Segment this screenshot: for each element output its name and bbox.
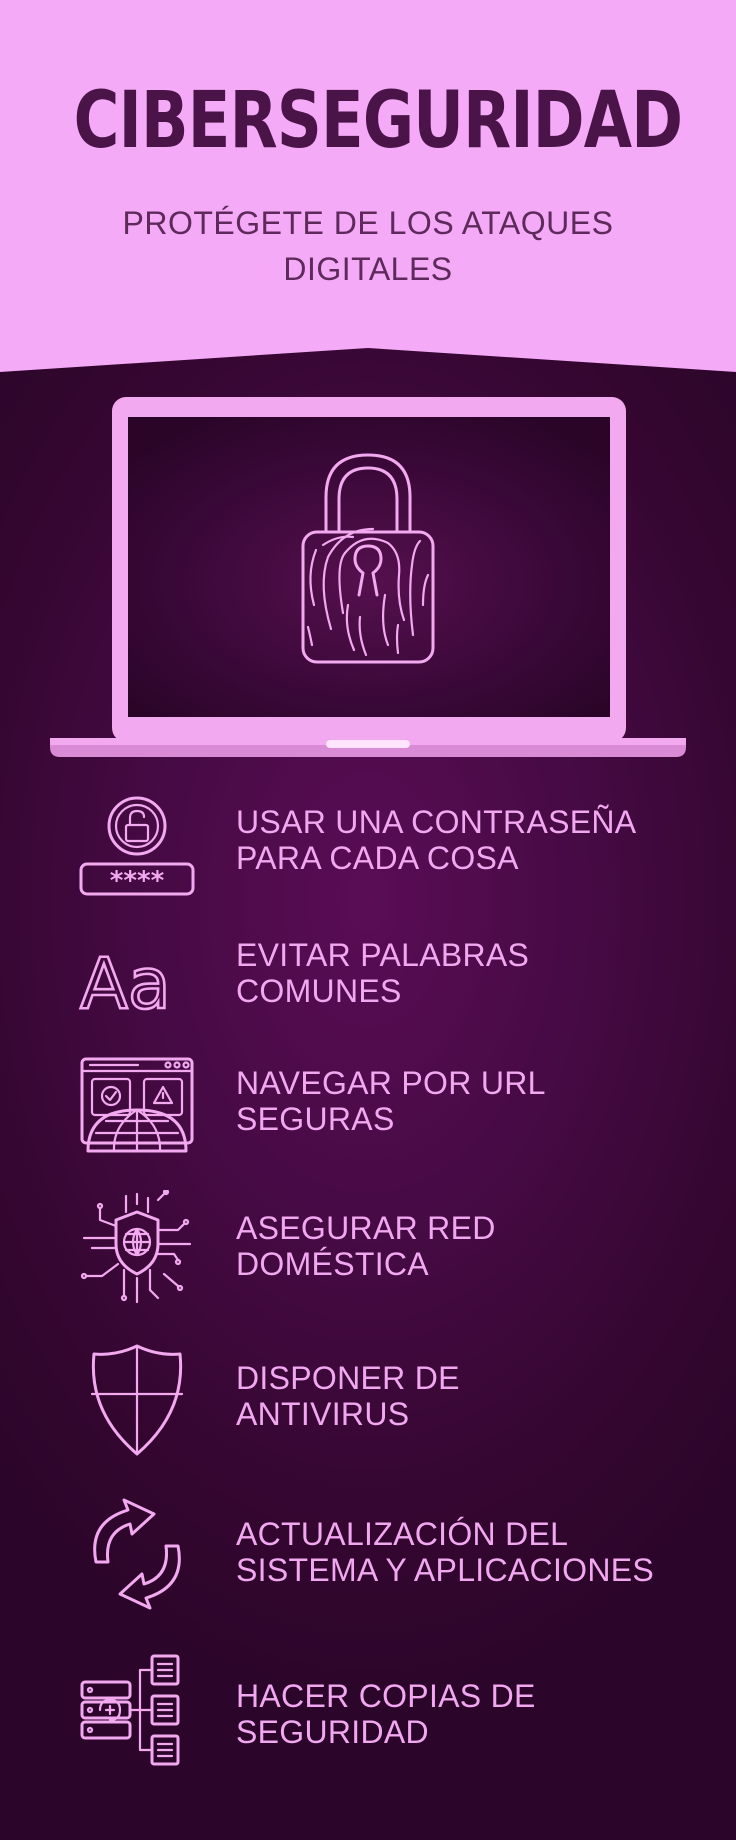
svg-text:Aa: Aa <box>80 943 171 1015</box>
backup-server-icon <box>80 1654 180 1766</box>
tip-line: DOMÉSTICA <box>236 1246 429 1282</box>
tip-line: HACER COPIAS DE <box>236 1678 536 1714</box>
svg-text:****: **** <box>110 866 165 896</box>
header-banner <box>0 0 736 372</box>
tip-line: ANTIVIRUS <box>236 1396 410 1432</box>
network-shield-icon <box>80 1190 192 1304</box>
font-icon: Aa <box>79 942 172 1015</box>
laptop-illustration <box>50 397 686 757</box>
tip-line: ASEGURAR RED <box>236 1210 496 1246</box>
page-subtitle: PROTÉGETE DE LOS ATAQUES DIGITALES <box>122 205 614 287</box>
tip-line: DISPONER DE <box>236 1360 460 1396</box>
tip-line: SEGURIDAD <box>236 1714 429 1750</box>
tip-line: SISTEMA Y APLICACIONES <box>236 1552 655 1588</box>
tip-line: COMUNES <box>236 973 402 1009</box>
tip-line: NAVEGAR POR URL <box>236 1065 546 1101</box>
sync-arrows-icon <box>93 1498 181 1610</box>
secure-browser-icon <box>80 1057 194 1153</box>
tip-line: EVITAR PALABRAS <box>236 937 530 973</box>
shield-icon <box>90 1344 184 1456</box>
tip-line: SEGURAS <box>236 1101 395 1137</box>
tip-line: PARA CADA COSA <box>236 840 519 876</box>
tip-line: USAR UNA CONTRASEÑA <box>236 804 637 840</box>
page-title: CIBERSEGURIDAD <box>73 76 683 166</box>
tip-line: ACTUALIZACIÓN DEL <box>236 1516 569 1552</box>
password-lock-icon: **** <box>79 796 195 896</box>
